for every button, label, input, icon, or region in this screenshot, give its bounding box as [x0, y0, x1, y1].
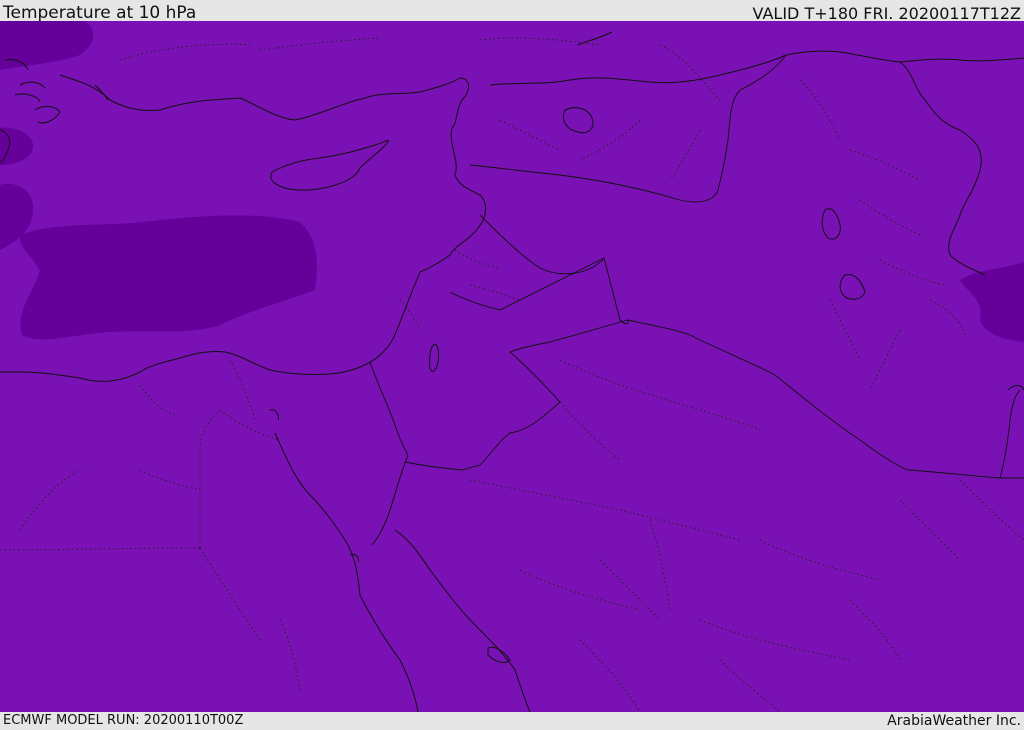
- cold-region-east: [960, 262, 1024, 342]
- credit: ArabiaWeather Inc.: [887, 713, 1021, 729]
- coast-caspian-west: [785, 50, 986, 276]
- border-egypt-israel: [369, 361, 409, 456]
- admin-boundaries-turkey: [119, 37, 721, 181]
- footer-bar: ECMWF MODEL RUN: 20200110T00Z ArabiaWeat…: [0, 712, 1024, 729]
- coast-red-sea-east: [394, 529, 531, 712]
- cold-region-central: [19, 215, 317, 340]
- map-canvas: [0, 21, 1024, 712]
- cold-region-northwest: [0, 21, 94, 70]
- coast-black-sea: [489, 54, 787, 86]
- header-bar: Temperature at 10 hPa VALID T+180 FRI. 2…: [0, 0, 1024, 23]
- border-iraq-iran: [999, 389, 1021, 479]
- coast-egypt-north: [0, 351, 271, 382]
- coast-gulf-aqaba: [371, 454, 409, 546]
- lake-nasser-lakes: [269, 409, 359, 563]
- border-syria-iraq-2: [449, 257, 605, 311]
- admin-boundaries-egypt: [0, 359, 301, 691]
- island-cyprus: [270, 139, 389, 191]
- border-syria-iraq-jordan: [479, 214, 629, 325]
- lake-urmia: [821, 208, 841, 240]
- gulf-coast-east: [1007, 385, 1024, 391]
- sea-of-marmara: [94, 31, 613, 101]
- model-run: ECMWF MODEL RUN: 20200110T00Z: [3, 713, 244, 728]
- border-jordan-saudi: [404, 319, 629, 471]
- weather-map: [0, 21, 1024, 712]
- admin-boundaries-saudi: [469, 359, 1024, 712]
- map-title: Temperature at 10 hPa: [3, 3, 197, 23]
- farasan-islands: [487, 646, 511, 663]
- cold-region-nw-small: [0, 127, 34, 165]
- lake-van: [563, 107, 594, 134]
- border-iraq-saudi: [627, 319, 1024, 479]
- admin-boundaries-iran: [799, 79, 966, 391]
- lake-iran-small: [839, 273, 866, 300]
- coast-sinai-gulf-suez: [274, 432, 419, 712]
- coast-turkey: [59, 74, 469, 129]
- dead-sea: [429, 343, 440, 372]
- admin-boundaries-levant: [399, 249, 521, 331]
- coast-caspian-south: [899, 57, 1024, 63]
- aegean-islands: [4, 59, 61, 124]
